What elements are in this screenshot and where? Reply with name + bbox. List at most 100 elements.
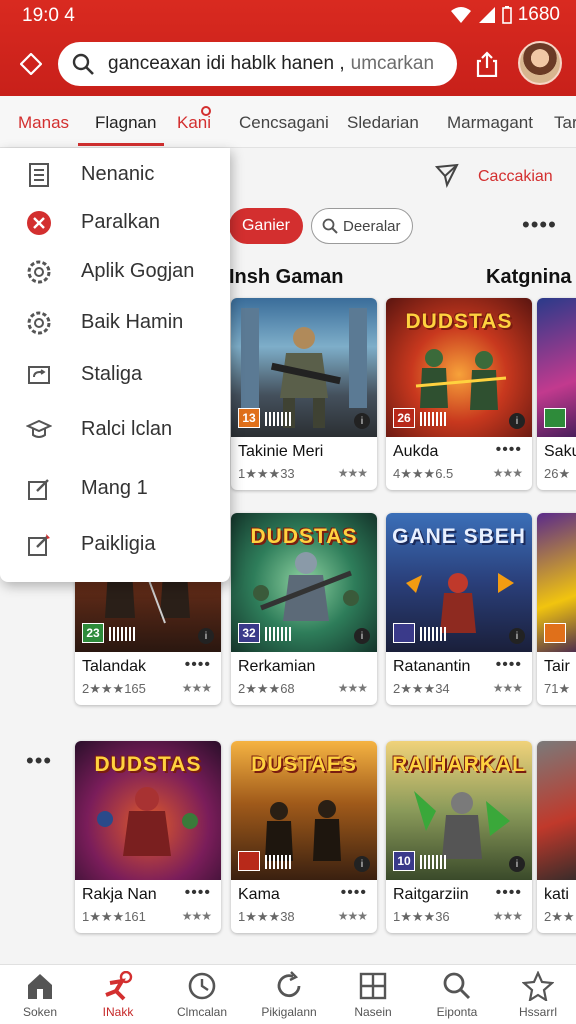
home-icon — [28, 974, 52, 999]
nav-item-clmcalan[interactable]: Clmcalan — [166, 971, 238, 1024]
game-card[interactable]: DUDSTAS Rakja Nan 1★★★161 •••• ★★★ — [75, 741, 221, 933]
game-card[interactable]: 13 i Takinie Meri 1★★★33 ★★★ — [231, 298, 377, 490]
game-card[interactable]: Tair 71★ — [537, 513, 576, 705]
card-menu-icon[interactable]: •••• — [496, 656, 522, 674]
gear-icon — [27, 260, 51, 284]
nav-item-eiponta[interactable]: Eiponta — [421, 971, 493, 1024]
share-icon[interactable] — [476, 51, 498, 77]
menu-item-mang-1[interactable]: Mang 1 — [0, 464, 230, 512]
stars-icon: ★★★ — [181, 909, 212, 923]
section-title-left: Insh Gaman — [229, 266, 344, 288]
nav-item-inakk[interactable]: INakk — [82, 971, 154, 1024]
age-badge: 32 — [238, 623, 260, 643]
info-icon: i — [509, 628, 525, 644]
app-bar: ganceaxan idi hablk hanen , umcarkan — [0, 38, 576, 90]
search-bar[interactable]: ganceaxan idi hablk hanen , umcarkan — [58, 42, 457, 86]
nav-item-pikigalann[interactable]: Pikigalann — [253, 971, 325, 1024]
document-icon — [29, 163, 49, 187]
card-menu-icon[interactable]: •••• — [185, 656, 211, 674]
section-title-right: Katgnina — [486, 266, 572, 288]
game-title: Saku — [544, 443, 576, 460]
age-badge: 10 — [393, 851, 415, 871]
game-rating: 4★★★6.5 — [393, 466, 454, 481]
filter-chip-search[interactable]: Deeralar — [311, 208, 413, 244]
menu-item-aplik-gogjan[interactable]: Aplik Gogjan — [0, 247, 230, 295]
filter-chip-ganier-label: Ganier — [241, 217, 291, 234]
more-options-icon[interactable]: •••• — [522, 212, 557, 238]
game-rating: 71★ — [544, 681, 571, 696]
game-card[interactable]: kati 2★★ — [537, 741, 576, 933]
menu-item-baik-hamin[interactable]: Baik Hamin — [0, 298, 230, 346]
tab-sledarian[interactable]: Sledarian — [347, 113, 419, 133]
tab-manas[interactable]: Manas — [18, 113, 69, 133]
active-tab-indicator — [78, 143, 164, 146]
battery-level: 1680 — [517, 4, 560, 25]
tab-tar[interactable]: Tar — [554, 113, 576, 133]
age-badge — [238, 851, 260, 871]
card-menu-icon[interactable]: •••• — [496, 884, 522, 902]
nav-label: Hssarrl — [519, 1005, 557, 1019]
menu-item-label: Baik Hamin — [81, 311, 184, 333]
explore-icon[interactable] — [434, 162, 460, 188]
explore-link[interactable]: Caccakian — [478, 168, 553, 186]
game-art — [537, 741, 576, 880]
menu-item-staliga[interactable]: Staliga — [0, 350, 230, 398]
menu-item-paralkan[interactable]: Paralkan — [0, 198, 230, 246]
nav-item-hssarrl[interactable]: Hssarrl — [502, 971, 574, 1024]
status-indicators: 1680 — [450, 4, 560, 26]
menu-item-paikligia[interactable]: Paikligia — [0, 520, 230, 568]
game-title: Tair — [544, 658, 570, 675]
runner-icon — [105, 971, 133, 1001]
stars-icon: ★★★ — [492, 681, 523, 695]
nav-label: Clmcalan — [176, 1005, 227, 1019]
game-art-title: DUSTAES — [251, 753, 357, 776]
menu-item-label: Paikligia — [81, 533, 156, 555]
nav-label: Soken — [22, 1005, 58, 1019]
nav-item-nasein[interactable]: Nasein — [337, 971, 409, 1024]
diamond-icon[interactable] — [20, 53, 42, 75]
game-art: GANE SBEH i — [386, 513, 532, 652]
tab-kani[interactable]: Kani — [177, 113, 211, 133]
game-rating: 1★★★36 — [393, 909, 450, 924]
barcode-mark — [265, 412, 291, 426]
avatar[interactable] — [518, 41, 562, 85]
menu-item-ralci-lclan[interactable]: Ralci lclan — [0, 405, 230, 453]
game-card[interactable]: GANE SBEH i Ratanantin 2★★★34 •••• ★★★ — [386, 513, 532, 705]
filter-chip-search-label: Deeralar — [343, 217, 401, 235]
clock-icon — [188, 972, 216, 1000]
status-time: 19:0 4 — [22, 5, 75, 26]
game-art-title: GANE SBEH — [392, 525, 526, 548]
card-menu-icon[interactable]: •••• — [185, 884, 211, 902]
nav-label: Nasein — [354, 1005, 392, 1019]
tab-flagnan[interactable]: Flagnan — [95, 113, 156, 133]
nav-item-soken[interactable]: Soken — [4, 971, 76, 1024]
status-bar: 19:0 4 1680 — [0, 0, 576, 32]
stars-icon: ★★★ — [492, 909, 523, 923]
card-menu-icon[interactable]: •••• — [341, 884, 367, 902]
filter-chip-ganier[interactable]: Ganier — [229, 208, 303, 244]
game-card[interactable]: DUSTAES i Kama 1★★★38 •••• ★★★ — [231, 741, 377, 933]
game-art-title: DUDSTAS — [94, 753, 202, 776]
refresh-icon — [277, 971, 301, 998]
tab-cencsagani[interactable]: Cencsagani — [239, 113, 329, 133]
game-rating: 2★★★68 — [238, 681, 295, 696]
barcode-mark — [420, 627, 446, 641]
game-art-title: RAIHARKAL — [392, 753, 526, 776]
game-card[interactable]: DUDSTAS 26 i Aukda 4★★★6.5 •••• ★★★ — [386, 298, 532, 490]
menu-item-nenanic[interactable]: Nenanic — [0, 150, 230, 198]
game-art: 13 i — [231, 298, 377, 437]
menu-item-label: Staliga — [81, 363, 143, 385]
stars-icon: ★★★ — [181, 681, 212, 695]
close-circle-icon — [27, 211, 51, 235]
more-options-icon[interactable]: ••• — [26, 748, 52, 774]
game-card[interactable]: RAIHARKAL 10 i Raitgarziin 1★★★36 •••• ★… — [386, 741, 532, 933]
game-card[interactable]: Saku 26★ — [537, 298, 576, 490]
game-art: DUDSTAS 32 i — [231, 513, 377, 652]
card-menu-icon[interactable]: •••• — [496, 441, 522, 459]
game-card[interactable]: DUDSTAS 32 i Rerkamian 2★★★68 ★★★ — [231, 513, 377, 705]
info-icon: i — [354, 856, 370, 872]
search-icon — [322, 218, 338, 234]
search-query[interactable]: ganceaxan idi hablk hanen , — [108, 53, 345, 75]
tab-marmagant[interactable]: Marmagant — [447, 113, 533, 133]
search-placeholder: umcarkan — [350, 53, 435, 74]
